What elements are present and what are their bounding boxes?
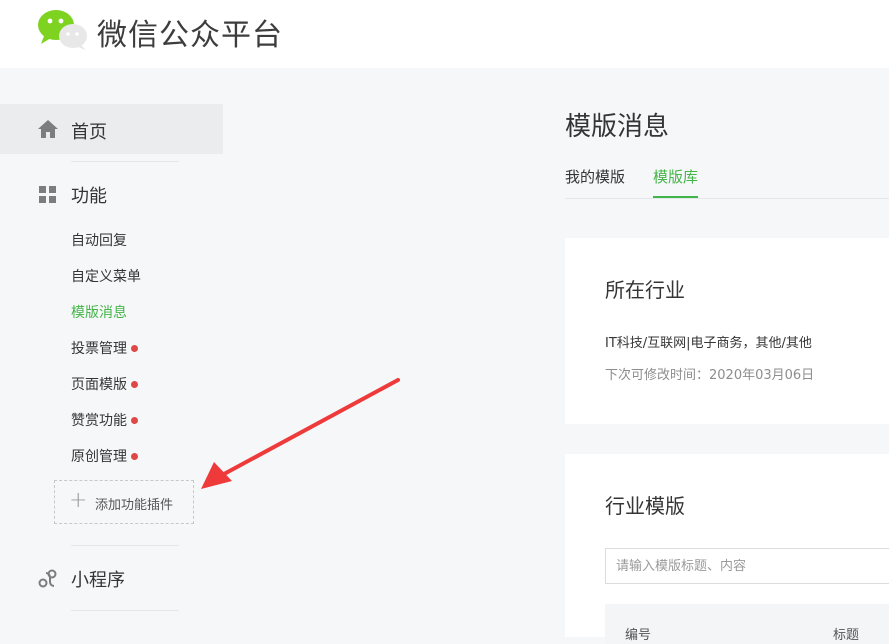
template-table-header: 编号 标题: [605, 604, 889, 644]
home-icon: [38, 120, 58, 138]
page-title: 模版消息: [565, 112, 670, 142]
sidebar: 首页 功能 自动回复 自定义菜单 模版消息 投票管理 页面模版 赞赏功能 原创管…: [0, 68, 224, 637]
new-badge-dot: [131, 452, 138, 460]
brand-name: 微信公众平台: [97, 18, 283, 53]
industry-card-title: 所在行业: [605, 278, 685, 302]
sidebar-item-label: 自动回复: [71, 233, 127, 249]
sidebar-item-label: 模版消息: [71, 305, 127, 321]
sidebar-item-auto-reply[interactable]: 自动回复: [71, 230, 127, 250]
tab-bar: 我的模版 模版库: [565, 166, 889, 199]
add-plugin-button[interactable]: + 添加功能插件: [54, 480, 194, 524]
modify-time: 下次可修改时间：2020年03月06日: [605, 368, 815, 383]
sidebar-item-label: 赞赏功能: [71, 413, 127, 429]
wechat-logo-icon: [38, 10, 87, 50]
industry-template-card: 行业模版 编号 标题: [565, 454, 889, 644]
template-search-input[interactable]: [605, 548, 889, 584]
sidebar-item-vote-management[interactable]: 投票管理: [71, 338, 138, 358]
sidebar-item-home[interactable]: 首页: [0, 104, 223, 154]
new-badge-dot: [131, 344, 138, 352]
sidebar-home-label: 首页: [71, 122, 107, 143]
sidebar-features-label: 功能: [71, 186, 107, 207]
new-badge-dot: [131, 380, 138, 388]
tab-my-templates[interactable]: 我的模版: [565, 166, 625, 197]
add-plugin-label: 添加功能插件: [95, 498, 174, 513]
sidebar-item-page-template[interactable]: 页面模版: [71, 374, 138, 394]
industry-value: IT科技/互联网|电子商务，其他/其他: [605, 336, 812, 351]
miniprogram-link-icon: [38, 569, 57, 588]
plus-icon: +: [69, 488, 88, 513]
grid-icon: [39, 186, 56, 203]
industry-card: 所在行业 IT科技/互联网|电子商务，其他/其他 下次可修改时间：2020年03…: [565, 238, 889, 424]
template-card-title: 行业模版: [605, 494, 685, 518]
new-badge-dot: [131, 416, 138, 424]
sidebar-item-template-message[interactable]: 模版消息: [71, 302, 127, 322]
sidebar-item-label: 自定义菜单: [71, 269, 141, 285]
sidebar-item-custom-menu[interactable]: 自定义菜单: [71, 266, 141, 286]
sidebar-item-label: 投票管理: [71, 341, 127, 357]
sidebar-item-label: 页面模版: [71, 377, 127, 393]
sidebar-item-miniprogram[interactable]: 小程序: [71, 566, 125, 592]
top-header: 微信公众平台: [0, 0, 889, 68]
sidebar-item-reward[interactable]: 赞赏功能: [71, 410, 138, 430]
sidebar-item-original-management[interactable]: 原创管理: [71, 446, 138, 466]
divider: [71, 545, 179, 546]
column-header-id: 编号: [625, 628, 652, 643]
tab-template-library[interactable]: 模版库: [653, 166, 699, 198]
divider: [71, 610, 179, 611]
sidebar-group-features[interactable]: 功能: [0, 180, 223, 210]
sidebar-item-label: 原创管理: [71, 449, 127, 465]
column-header-title: 标题: [833, 628, 860, 643]
divider: [71, 161, 179, 162]
